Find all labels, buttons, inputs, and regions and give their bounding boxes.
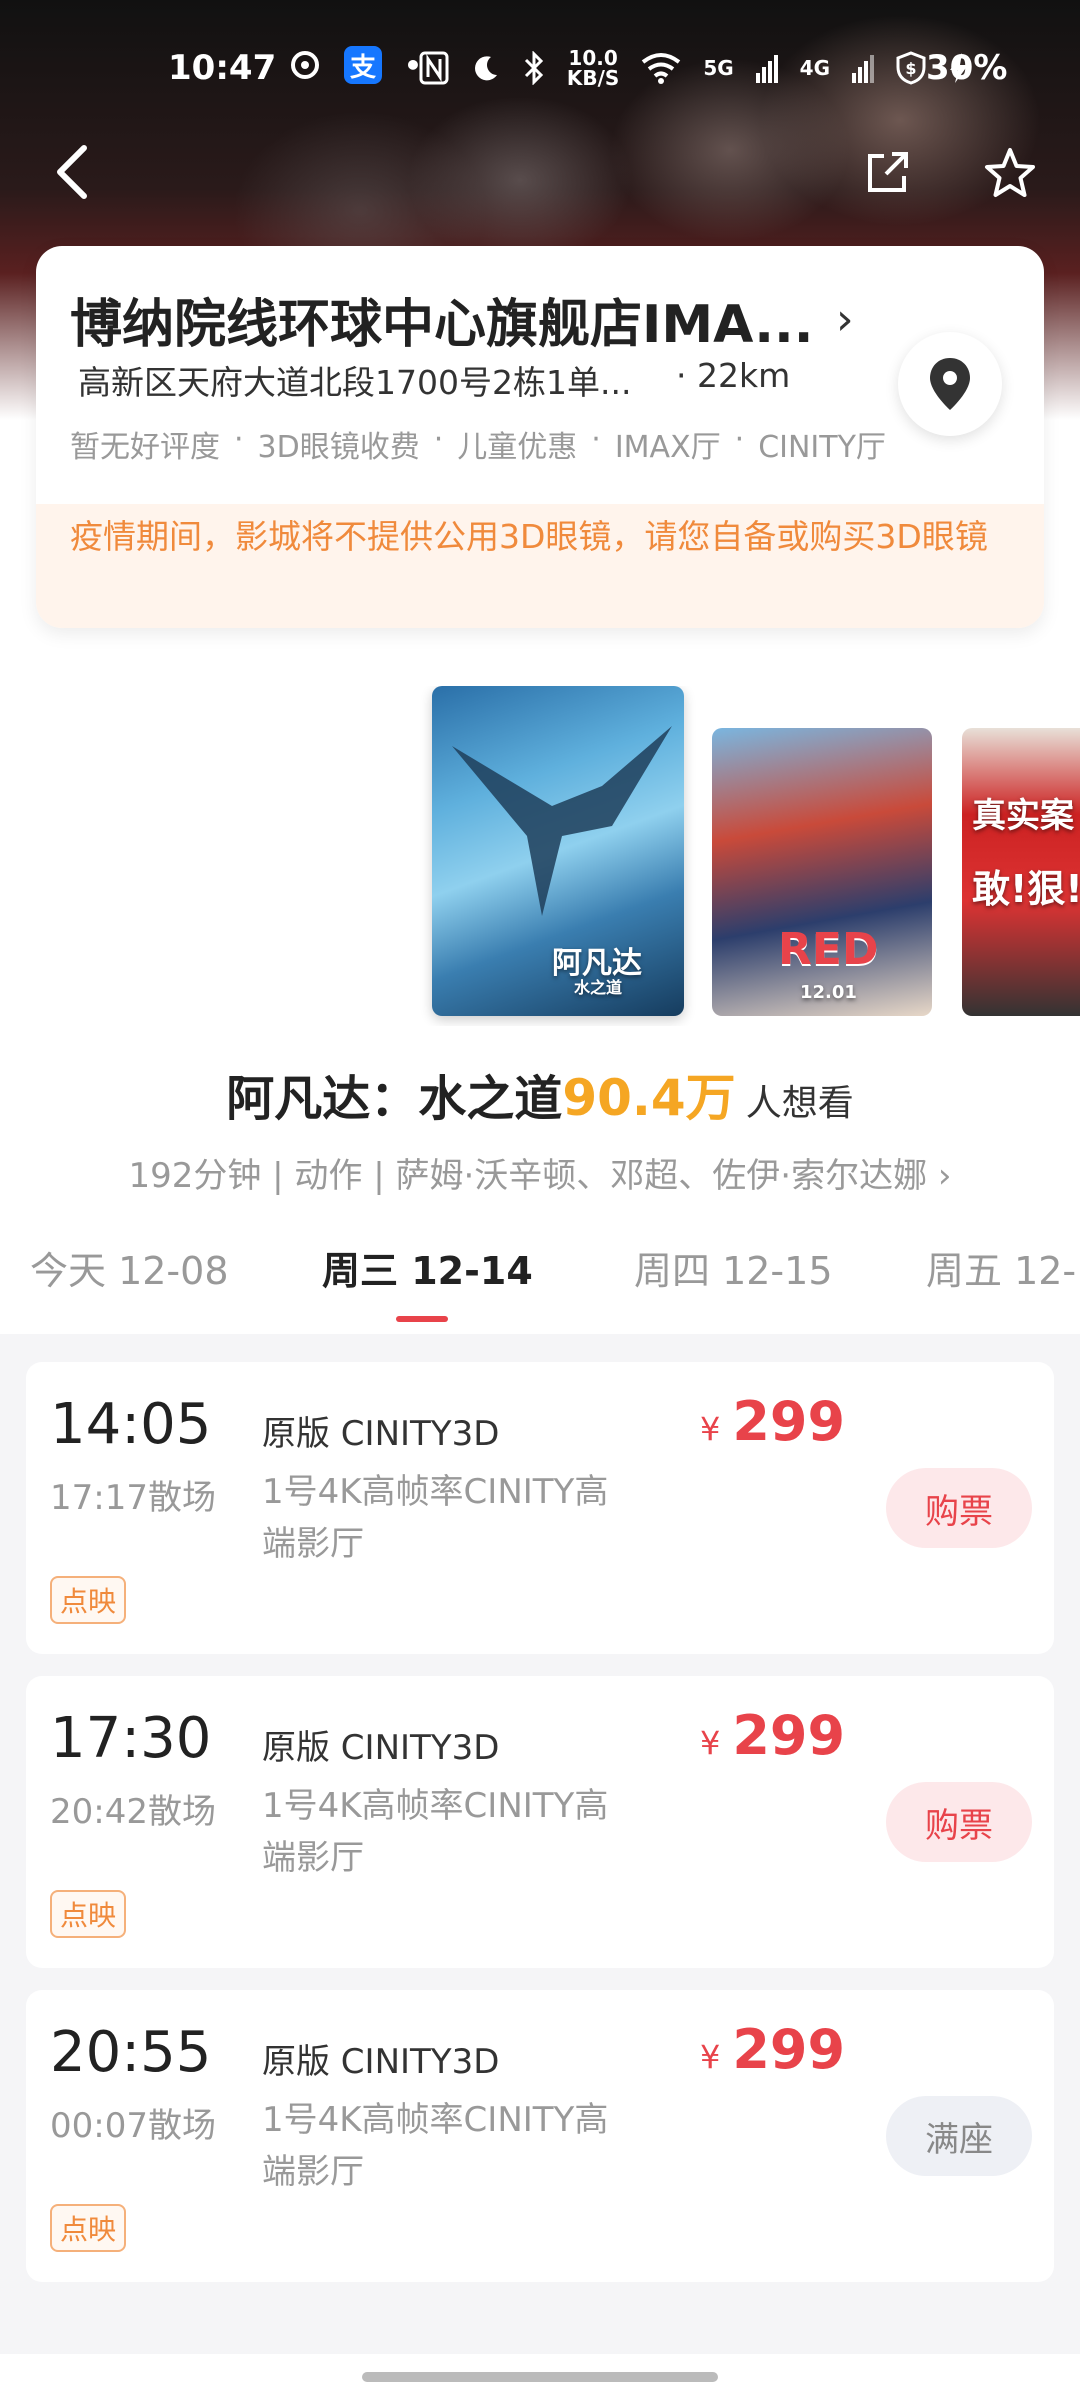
map-pin-icon <box>930 358 970 410</box>
price-amount: 299 <box>732 1704 846 1767</box>
svg-text:$: $ <box>905 59 916 78</box>
showtime-hall: 1号4K高帧率CINITY高端影厅 <box>262 2100 609 2192</box>
cinema-distance: · 22km <box>676 356 791 395</box>
preview-badge: 点映 <box>50 2204 127 2252</box>
net-speed: 10.0 KB/S <box>566 46 620 90</box>
nfc-icon <box>419 51 449 85</box>
showtime-version: 原版 CINITY3D <box>262 1414 500 1454</box>
tag-separator: · <box>234 422 244 457</box>
status-icons-right: 10.0 KB/S 5G 4G $ <box>419 48 970 88</box>
showtime-price: ¥299 <box>700 1390 845 1453</box>
preview-badge: 点映 <box>50 1576 127 1624</box>
tab-date-today[interactable]: 今天 12-08 <box>30 1240 229 1295</box>
showtime-start: 20:55 <box>50 2020 212 2085</box>
tag-cinity: CINITY厅 <box>758 430 886 465</box>
buy-ticket-button[interactable]: 购票 <box>886 1782 1032 1862</box>
poster-title: RED <box>778 924 879 975</box>
showtime-version: 原版 CINITY3D <box>262 2042 500 2082</box>
bluetooth-icon <box>524 51 543 85</box>
price-amount: 299 <box>732 1390 846 1453</box>
home-indicator[interactable] <box>362 2372 718 2382</box>
signal-bars-icon <box>755 55 778 83</box>
battery-level: 30% <box>926 48 1008 88</box>
tag-separator: · <box>734 422 745 457</box>
cinema-info-card: 博纳院线环球中心旗舰店IMA... › 高新区天府大道北段1700号2栋1单..… <box>36 246 1044 628</box>
yen-symbol: ¥ <box>700 1724 721 1762</box>
tag-separator: · <box>433 422 444 457</box>
wifi-icon <box>642 53 681 84</box>
showtime-hall: 1号4K高帧率CINITY高端影厅 <box>262 1786 609 1878</box>
status-icons-left: 支 • <box>288 46 422 84</box>
movie-title-row: 阿凡达：水之道90.4万 人想看 <box>0 1058 1080 1130</box>
showtime-start: 17:30 <box>50 1706 212 1771</box>
showtime-version: 原版 CINITY3D <box>262 1728 500 1768</box>
shield-icon: $ <box>896 51 926 85</box>
showtime-price: ¥299 <box>700 2018 845 2081</box>
showtime-price: ¥299 <box>700 1704 845 1767</box>
movie-want-label: 人想看 <box>745 1083 854 1124</box>
tag-separator: · <box>591 422 601 457</box>
showtime-end: 17:17散场 <box>50 1478 216 1518</box>
preview-badge: 点映 <box>50 1890 127 1938</box>
cinema-address: 高新区天府大道北段1700号2栋1单... <box>78 363 632 402</box>
tag-child-discount: 儿童优惠 <box>457 430 578 465</box>
poster-subtitle: 水之道 <box>574 978 623 997</box>
showtime-start: 14:05 <box>50 1392 212 1457</box>
notice-banner: 疫情期间，影城将不提供公用3D眼镜，请您自备或购买3D眼镜 <box>36 504 1044 628</box>
yen-symbol: ¥ <box>700 1410 721 1448</box>
poster-carousel[interactable]: 阿凡达 水之道 RED 12.01 真实案 敢!狠! <box>0 686 1080 1026</box>
cinema-tags: 暂无好评度 · 3D眼镜收费 · 儿童优惠 · IMAX厅 · CINITY厅 <box>70 422 886 466</box>
swirl-icon <box>291 51 319 79</box>
active-tab-indicator <box>396 1316 448 1322</box>
chevron-right-icon[interactable]: › <box>836 294 854 345</box>
tab-date-thu[interactable]: 周四 12-15 <box>634 1240 833 1295</box>
poster-one-piece[interactable]: RED 12.01 <box>712 728 932 1016</box>
tab-date-fri[interactable]: 周五 12-1 <box>926 1240 1080 1295</box>
showtime-hall: 1号4K高帧率CINITY高端影厅 <box>262 1472 609 1564</box>
movie-want-count: 90.4万 <box>562 1069 736 1127</box>
tag-rating: 暂无好评度 <box>70 430 220 465</box>
buy-ticket-button[interactable]: 购票 <box>886 1468 1032 1548</box>
showtime-row[interactable]: 20:55 00:07散场 点映 原版 CINITY3D 1号4K高帧率CINI… <box>26 1990 1054 2282</box>
star-icon[interactable] <box>982 146 1038 202</box>
share-icon[interactable] <box>862 148 912 198</box>
alipay-icon: 支 <box>344 46 382 84</box>
location-button[interactable] <box>898 332 1002 436</box>
back-arrow-icon[interactable] <box>46 142 106 202</box>
signal-bars-icon-2 <box>852 55 874 83</box>
date-tabs: 今天 12-08 周三 12-14 周四 12-15 周五 12-1 <box>0 1240 1080 1330</box>
signal-5g: 5G <box>703 56 734 80</box>
status-bar: 10:47 支 • 10.0 KB/S 5G 4G $ 30% <box>0 0 1080 140</box>
price-amount: 299 <box>732 2018 846 2081</box>
status-time: 10:47 <box>168 48 277 88</box>
yen-symbol: ¥ <box>700 2038 721 2076</box>
showtime-row[interactable]: 14:05 17:17散场 点映 原版 CINITY3D 1号4K高帧率CINI… <box>26 1362 1054 1654</box>
sold-out-button: 满座 <box>886 2096 1032 2176</box>
moon-icon <box>474 56 497 81</box>
poster-subtitle: 12.01 <box>800 982 857 1003</box>
showtime-end: 00:07散场 <box>50 2106 216 2146</box>
tab-date-wed[interactable]: 周三 12-14 <box>322 1240 533 1295</box>
movie-title: 阿凡达：水之道 <box>226 1071 563 1127</box>
poster-avatar[interactable]: 阿凡达 水之道 <box>432 686 684 1016</box>
signal-4g: 4G <box>799 56 830 80</box>
poster-subtitle: 敢!狠! <box>972 867 1080 911</box>
showtime-row[interactable]: 17:30 20:42散场 点映 原版 CINITY3D 1号4K高帧率CINI… <box>26 1676 1054 1968</box>
tag-imax: IMAX厅 <box>614 430 721 465</box>
showtime-end: 20:42散场 <box>50 1792 216 1832</box>
cinema-name[interactable]: 博纳院线环球中心旗舰店IMA... <box>70 282 814 357</box>
movie-meta[interactable]: 192分钟 | 动作 | 萨姆·沃辛顿、邓超、佐伊·索尔达娜 › <box>0 1148 1080 1197</box>
poster-third-movie[interactable]: 真实案 敢!狠! <box>962 728 1080 1016</box>
tag-3d-glasses: 3D眼镜收费 <box>257 430 420 465</box>
poster-title: 真实案 <box>972 796 1074 836</box>
